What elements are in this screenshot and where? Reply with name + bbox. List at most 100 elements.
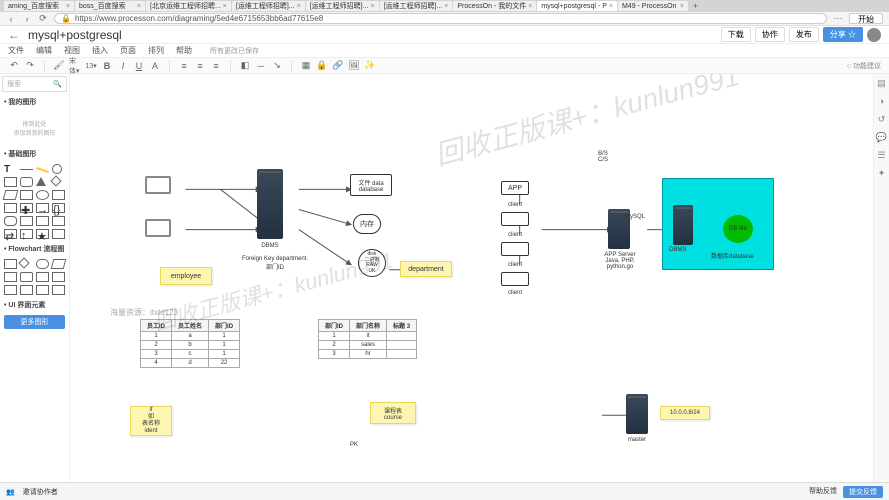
- node-client[interactable]: [501, 212, 529, 226]
- shape-star[interactable]: ★: [36, 229, 49, 239]
- avatar[interactable]: [867, 28, 881, 42]
- shape-decision[interactable]: [18, 257, 29, 268]
- close-icon[interactable]: ×: [223, 3, 227, 10]
- bold-icon[interactable]: B: [101, 60, 113, 72]
- shape-misc2[interactable]: [20, 285, 33, 295]
- node-app[interactable]: APP: [501, 181, 529, 195]
- node-data-file[interactable]: 文件 data database: [350, 174, 392, 196]
- fill-icon[interactable]: ◧: [239, 60, 251, 72]
- collab-icon[interactable]: 👥: [6, 488, 15, 496]
- canvas-area[interactable]: 回收正版课+：kunlun991 回收正版课+：kunlun991 海量资源：i…: [70, 74, 873, 482]
- shape-pentagon[interactable]: [52, 190, 65, 200]
- node-dbfile[interactable]: DB file: [723, 215, 753, 243]
- link-icon[interactable]: 🔗: [332, 60, 344, 72]
- shape-cross[interactable]: ✚: [20, 203, 33, 213]
- close-icon[interactable]: ×: [297, 3, 301, 10]
- sticky-department[interactable]: department: [400, 261, 452, 277]
- browser-tab[interactable]: [运维工程师招聘]...×: [306, 1, 379, 11]
- align-right-icon[interactable]: ≡: [210, 60, 222, 72]
- shape-subproc[interactable]: [4, 272, 17, 282]
- shape-line[interactable]: [20, 169, 33, 170]
- menu-arrange[interactable]: 排列: [148, 45, 164, 56]
- shape-doc[interactable]: [36, 216, 49, 226]
- invite-collaborator[interactable]: 邀请协作者: [23, 487, 58, 497]
- close-icon[interactable]: ×: [609, 3, 613, 10]
- italic-icon[interactable]: I: [117, 60, 129, 72]
- close-icon[interactable]: ×: [370, 3, 374, 10]
- layer-icon[interactable]: ▦: [300, 60, 312, 72]
- layers-icon[interactable]: ☰: [876, 150, 888, 162]
- shape-misc[interactable]: [52, 229, 65, 239]
- share-button[interactable]: 分享 ☆: [823, 27, 863, 42]
- fontsize-dropdown[interactable]: 13▾: [85, 60, 97, 72]
- text-color-icon[interactable]: A: [149, 60, 161, 72]
- forward-icon[interactable]: ›: [22, 14, 32, 24]
- table-department[interactable]: 部门ID部门名称标题 3 1it 2sales 3hr: [318, 319, 417, 359]
- shape-data[interactable]: [51, 259, 67, 269]
- feature-toggle[interactable]: ○ 功能建议: [847, 61, 881, 71]
- shape-manual[interactable]: [4, 285, 17, 295]
- node-laptop[interactable]: [145, 176, 171, 194]
- nav-icon[interactable]: ▤: [876, 78, 888, 90]
- close-icon[interactable]: ×: [680, 3, 684, 10]
- underline-icon[interactable]: U: [133, 60, 145, 72]
- flowchart-panel[interactable]: • Flowchart 流程图: [0, 241, 69, 257]
- shape-process[interactable]: [4, 259, 17, 269]
- shape-term[interactable]: [36, 259, 49, 269]
- menu-view[interactable]: 视图: [64, 45, 80, 56]
- node-disk[interactable]: disk 二进制 RAW UK: [358, 249, 386, 277]
- shape-db[interactable]: [20, 272, 33, 282]
- menu-help[interactable]: 帮助: [176, 45, 192, 56]
- start-button[interactable]: 开始: [849, 13, 883, 24]
- browser-tab[interactable]: [北京运维工程师招聘...×: [146, 1, 231, 11]
- ai-icon[interactable]: ✦: [876, 168, 888, 180]
- lock-icon[interactable]: 🔒: [316, 60, 328, 72]
- close-icon[interactable]: ×: [528, 3, 532, 10]
- node-client[interactable]: [501, 272, 529, 286]
- magic-icon[interactable]: ✨: [364, 60, 376, 72]
- shape-parallelogram[interactable]: [3, 190, 19, 200]
- shape-arrow3[interactable]: ↕: [20, 229, 33, 239]
- image-icon[interactable]: 🖼: [348, 60, 360, 72]
- shape-line[interactable]: [36, 167, 49, 173]
- shape-arrow[interactable]: →: [36, 203, 49, 213]
- menu-insert[interactable]: 插入: [92, 45, 108, 56]
- document-title[interactable]: mysql+postgresql: [28, 28, 122, 42]
- menu-edit[interactable]: 编辑: [36, 45, 52, 56]
- shape-cube[interactable]: [20, 216, 33, 226]
- browser-tab[interactable]: [运维工程师招聘]...×: [380, 1, 453, 11]
- basic-shapes-panel[interactable]: • 基础图形: [0, 146, 69, 162]
- close-icon[interactable]: ×: [137, 3, 141, 10]
- align-left-icon[interactable]: ≡: [178, 60, 190, 72]
- url-input[interactable]: 🔒https://www.processon.com/diagraming/5e…: [54, 13, 827, 24]
- redo-icon[interactable]: ↷: [24, 60, 36, 72]
- shape-ellipse[interactable]: [36, 190, 49, 200]
- back-arrow-icon[interactable]: ←: [8, 28, 20, 42]
- shape-diamond[interactable]: [50, 175, 61, 186]
- node-server[interactable]: DBMS: [257, 169, 283, 239]
- shape-misc4[interactable]: [52, 285, 65, 295]
- node-db-box[interactable]: DBMS DB file 数据库database: [662, 178, 774, 270]
- coop-button[interactable]: 协作: [755, 27, 785, 42]
- sticky-employee[interactable]: employee: [160, 267, 212, 285]
- align-center-icon[interactable]: ≡: [194, 60, 206, 72]
- browser-tab[interactable]: mysql+postgresql - P×: [537, 1, 617, 11]
- my-shapes-panel[interactable]: • 我的图形: [0, 94, 69, 110]
- undo-icon[interactable]: ↶: [8, 60, 20, 72]
- comment-icon[interactable]: 💬: [876, 132, 888, 144]
- browser-tab[interactable]: ProcessOn - 我的文件×: [453, 1, 536, 11]
- shape-rect[interactable]: [4, 177, 17, 187]
- submit-feedback-button[interactable]: 提交反馈: [843, 486, 883, 498]
- history-icon[interactable]: ↺: [876, 114, 888, 126]
- ui-elements-panel[interactable]: • UI 界面元素: [0, 297, 69, 313]
- shape-rounded[interactable]: [20, 177, 33, 187]
- sticky-course[interactable]: 课程表 course: [370, 402, 416, 424]
- shape-triangle[interactable]: [36, 177, 46, 186]
- publish-button[interactable]: 发布: [789, 27, 819, 42]
- shape-hexagon[interactable]: [20, 190, 33, 200]
- font-dropdown[interactable]: 宋体▾: [69, 60, 81, 72]
- shape-arrow2[interactable]: ⇄: [4, 229, 17, 239]
- shape-callout[interactable]: [52, 216, 65, 226]
- shape-cyl[interactable]: [4, 216, 17, 226]
- new-tab-button[interactable]: +: [689, 1, 702, 11]
